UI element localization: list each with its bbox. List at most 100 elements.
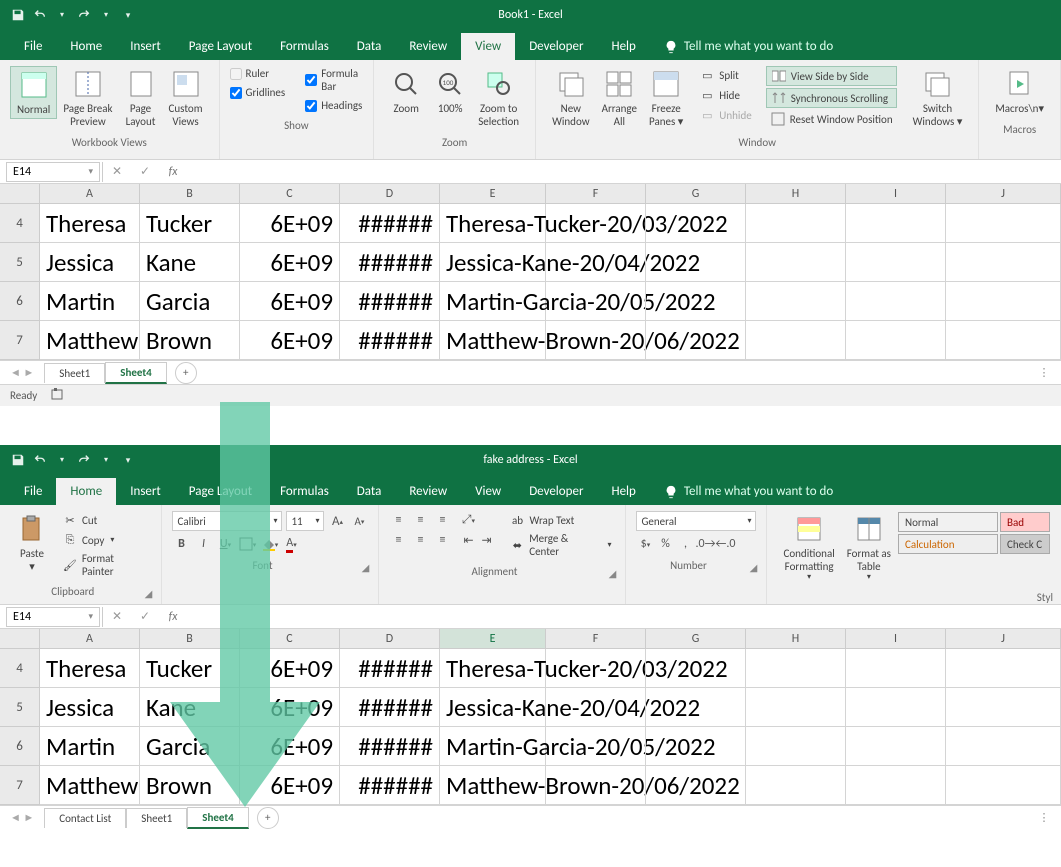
align-bottom-button[interactable]: ≡ [433, 511, 451, 529]
new-window-button[interactable]: New Window [546, 66, 596, 130]
dialog-launcher-icon[interactable]: ◢ [605, 566, 619, 580]
cell[interactable] [546, 243, 646, 282]
cell[interactable] [846, 688, 946, 727]
tab-help[interactable]: Help [597, 33, 649, 60]
col-header-G[interactable]: G [646, 184, 746, 204]
custom-views-button[interactable]: Custom Views [163, 66, 209, 130]
cell[interactable] [846, 282, 946, 321]
cell[interactable] [846, 321, 946, 360]
fx-icon[interactable]: fx [159, 162, 187, 182]
cell[interactable] [946, 321, 1061, 360]
col-header-H[interactable]: H [746, 629, 846, 649]
col-header-J[interactable]: J [946, 629, 1061, 649]
normal-view-button[interactable]: Normal [10, 66, 57, 119]
tab-file[interactable]: File [10, 478, 56, 505]
cell[interactable] [946, 766, 1061, 805]
col-header-E[interactable]: E [440, 629, 546, 649]
macros-button[interactable]: Macros\n▾ [989, 66, 1050, 117]
tell-me-search[interactable]: Tell me what you want to do [650, 33, 847, 60]
undo-icon[interactable] [32, 452, 48, 468]
comma-button[interactable]: , [676, 535, 694, 553]
currency-button[interactable]: $▾ [636, 535, 654, 553]
align-top-button[interactable]: ≡ [389, 511, 407, 529]
cell[interactable]: Theresa [40, 649, 140, 688]
cell[interactable]: Brown [140, 321, 240, 360]
cell[interactable]: Brown [140, 766, 240, 805]
add-sheet-button[interactable]: + [257, 807, 279, 829]
zoom-button[interactable]: Zoom [384, 66, 428, 117]
chevron-down-icon[interactable]: ▾ [98, 452, 114, 468]
cell[interactable] [546, 688, 646, 727]
name-box[interactable]: E14▾ [6, 162, 100, 182]
sheet-tab-sheet4[interactable]: Sheet4 [187, 807, 249, 829]
cell[interactable] [846, 727, 946, 766]
col-header-H[interactable]: H [746, 184, 846, 204]
cell[interactable]: Garcia [140, 282, 240, 321]
col-header-B[interactable]: B [140, 184, 240, 204]
col-header-C[interactable]: C [240, 629, 340, 649]
cell[interactable]: Martin [40, 282, 140, 321]
select-all-corner[interactable] [0, 629, 40, 649]
cell[interactable] [746, 243, 846, 282]
sheet-tab-sheet4[interactable]: Sheet4 [105, 362, 167, 384]
zoom-to-selection-button[interactable]: Zoom to Selection [472, 66, 525, 130]
cell[interactable]: Matthew-Brown-20/06/2022 [440, 321, 546, 360]
cell[interactable] [646, 321, 746, 360]
tab-developer[interactable]: Developer [515, 478, 597, 505]
borders-button[interactable]: ▾ [238, 535, 256, 553]
split-button[interactable]: ▭Split [695, 66, 755, 84]
cell[interactable] [946, 282, 1061, 321]
row-header[interactable]: 7 [0, 321, 40, 360]
cell[interactable] [946, 243, 1061, 282]
col-header-A[interactable]: A [40, 184, 140, 204]
row-header[interactable]: 5 [0, 243, 40, 282]
cell[interactable]: Matthew-Brown-20/06/2022 [440, 766, 546, 805]
page-break-preview-button[interactable]: Page Break Preview [57, 66, 118, 130]
cell[interactable] [646, 204, 746, 243]
cell[interactable]: Matthew [40, 766, 140, 805]
formula-input[interactable] [187, 162, 1061, 182]
cell[interactable]: ###### [340, 243, 440, 282]
tab-data[interactable]: Data [343, 33, 396, 60]
row-header[interactable]: 4 [0, 649, 40, 688]
cell[interactable]: Kane [140, 688, 240, 727]
cell[interactable]: ###### [340, 649, 440, 688]
cell[interactable] [846, 204, 946, 243]
redo-icon[interactable] [76, 7, 92, 23]
dialog-launcher-icon[interactable]: ◢ [358, 560, 372, 574]
arrange-all-button[interactable]: Arrange All [596, 66, 643, 130]
tab-page-layout[interactable]: Page Layout [175, 33, 266, 60]
cell[interactable]: 6E+09 [240, 282, 340, 321]
tab-bar-options-icon[interactable]: ⋮ [1033, 362, 1055, 384]
cell[interactable] [946, 688, 1061, 727]
align-right-button[interactable]: ≡ [433, 531, 451, 549]
add-sheet-button[interactable]: + [175, 362, 197, 384]
cell[interactable]: Jessica-Kane-20/04/2022 [440, 243, 546, 282]
cell[interactable] [546, 727, 646, 766]
bold-button[interactable]: B [172, 535, 190, 553]
row-header[interactable]: 4 [0, 204, 40, 243]
headings-checkbox[interactable]: Headings [305, 98, 363, 113]
cancel-formula-button[interactable]: ✕ [103, 607, 131, 627]
tab-review[interactable]: Review [395, 478, 461, 505]
decrease-decimal-button[interactable]: ←.0 [716, 535, 734, 553]
cell[interactable] [746, 688, 846, 727]
cell[interactable]: Martin-Garcia-20/05/2022 [440, 282, 546, 321]
tab-insert[interactable]: Insert [116, 33, 175, 60]
cell[interactable] [546, 766, 646, 805]
align-middle-button[interactable]: ≡ [411, 511, 429, 529]
cell[interactable] [546, 204, 646, 243]
cell[interactable] [746, 321, 846, 360]
cancel-formula-button[interactable]: ✕ [103, 162, 131, 182]
dialog-launcher-icon[interactable]: ◢ [746, 560, 760, 574]
merge-center-button[interactable]: ⬌Merge & Center▾ [505, 531, 615, 559]
switch-windows-button[interactable]: Switch Windows ▾ [907, 66, 969, 130]
fill-color-button[interactable]: ▾ [260, 535, 278, 553]
cell[interactable] [746, 204, 846, 243]
cell[interactable] [846, 243, 946, 282]
unhide-button[interactable]: ▭Unhide [695, 106, 755, 124]
style-check-cell[interactable]: Check C [1000, 534, 1050, 554]
cell[interactable]: Kane [140, 243, 240, 282]
col-header-I[interactable]: I [846, 184, 946, 204]
chevron-down-icon[interactable]: ▾ [54, 452, 70, 468]
